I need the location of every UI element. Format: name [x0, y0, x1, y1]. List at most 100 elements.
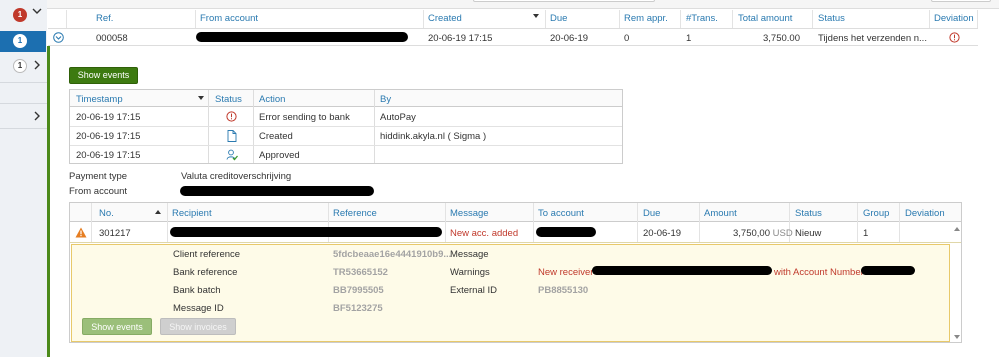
rail-divider-2 — [0, 103, 47, 104]
col-due[interactable]: Due — [550, 13, 567, 24]
external-id-value: PB8855130 — [538, 285, 589, 296]
client-reference-value: 5fdcbeaae16e4441910b9... — [333, 249, 452, 260]
col-group[interactable]: Group — [863, 208, 889, 219]
sort-desc-icon — [198, 96, 204, 100]
payment-type-label: Payment type — [69, 171, 128, 182]
payments-header: No. Recipient Reference Message To accou… — [70, 203, 961, 222]
col-event-status[interactable]: Status — [215, 94, 242, 105]
col-action[interactable]: Action — [259, 94, 285, 105]
message-id-value: BF5123275 — [333, 303, 383, 314]
payment-amount: 3,750,00 USD — [733, 228, 793, 239]
payment-no: 301217 — [99, 228, 131, 239]
col-total-amount[interactable]: Total amount — [738, 13, 792, 24]
event-row: 20-06-19 17:15 Error sending to bank Aut… — [70, 108, 622, 127]
bank-batch-value: BB7995505 — [333, 285, 384, 296]
col-rem-appr[interactable]: Rem appr. — [624, 13, 668, 24]
batch-status: Tijdens het verzenden n... — [818, 33, 927, 44]
warning-triangle-icon — [75, 227, 87, 241]
batch-trans: 1 — [686, 33, 692, 44]
event-action: Approved — [259, 150, 300, 161]
red-count-badge: 1 — [13, 8, 27, 22]
batch-rem-appr: 0 — [624, 33, 630, 44]
warnings-prefix: New receiver — [538, 267, 594, 278]
amount-currency: USD — [772, 228, 793, 239]
user-approved-icon — [226, 149, 238, 164]
redacted-to-account — [536, 227, 596, 237]
redacted-account-number — [861, 266, 915, 275]
events-header: Timestamp Status Action By — [70, 90, 622, 107]
document-icon — [227, 130, 237, 145]
event-by: AutoPay — [380, 112, 416, 123]
batch-created: 20-06-19 17:15 — [428, 33, 493, 44]
event-row: 20-06-19 17:15 Created hiddink.akyla.nl … — [70, 127, 622, 146]
payment-row[interactable]: 301217 New acc. added 20-06-19 3,750,00 … — [70, 223, 961, 243]
events-table: Timestamp Status Action By 20-06-19 17:1… — [69, 89, 623, 164]
col-by[interactable]: By — [380, 94, 391, 105]
message-label: Message — [450, 249, 489, 260]
expand-chevron-icon[interactable] — [32, 111, 42, 124]
expanded-indicator — [47, 46, 50, 357]
event-timestamp: 20-06-19 17:15 — [76, 112, 141, 123]
batch-total-amount: 3,750.00 — [763, 33, 800, 44]
sort-asc-icon — [155, 210, 161, 214]
col-timestamp[interactable]: Timestamp — [76, 94, 123, 105]
search-input[interactable] — [473, 0, 655, 2]
payment-group: 1 — [863, 228, 869, 239]
bank-reference-label: Bank reference — [173, 267, 238, 278]
payment-status: Nieuw — [795, 228, 822, 239]
redacted-receiver — [592, 266, 772, 275]
col-no[interactable]: No. — [99, 208, 114, 219]
col-deviation[interactable]: Deviation — [905, 208, 945, 219]
rail-item-second[interactable]: 1 — [0, 56, 46, 76]
filter-box[interactable] — [931, 0, 991, 2]
col-amount[interactable]: Amount — [704, 208, 737, 219]
event-by: hiddink.akyla.nl ( Sigma ) — [380, 131, 487, 142]
col-message[interactable]: Message — [450, 208, 489, 219]
scroll-up-icon[interactable] — [954, 227, 960, 231]
chevron-right-icon — [32, 60, 42, 73]
col-ref[interactable]: Ref. — [96, 13, 113, 24]
batch-due: 20-06-19 — [550, 33, 589, 44]
sort-desc-icon — [533, 14, 539, 18]
col-to-account[interactable]: To account — [538, 208, 584, 219]
from-account-label: From account — [69, 186, 128, 197]
bank-batch-label: Bank batch — [173, 285, 221, 296]
warnings-mid: with Account Number — [774, 267, 864, 278]
left-rail: 1 1 1 — [0, 0, 47, 357]
payment-type-value: Valuta creditoverschrijving — [181, 171, 292, 182]
chevron-down-icon[interactable] — [32, 6, 42, 19]
col-reference[interactable]: Reference — [333, 208, 377, 219]
active-count-badge: 1 — [13, 34, 27, 48]
scroll-down-icon[interactable] — [954, 335, 960, 339]
col-recipient[interactable]: Recipient — [172, 208, 212, 219]
payment-due: 20-06-19 — [643, 228, 682, 239]
rail-divider-3 — [0, 128, 47, 129]
event-action: Error sending to bank — [259, 112, 350, 123]
rail-item-active[interactable]: 1 — [0, 31, 46, 52]
col-trans[interactable]: #Trans. — [686, 13, 718, 24]
second-count-badge: 1 — [13, 59, 27, 73]
rail-divider-1 — [0, 82, 47, 83]
col-due[interactable]: Due — [643, 208, 660, 219]
event-timestamp: 20-06-19 17:15 — [76, 150, 141, 161]
warnings-label: Warnings — [450, 267, 490, 278]
batch-ref: 000058 — [96, 33, 128, 44]
error-circle-icon — [226, 111, 237, 125]
col-deviation[interactable]: Deviation — [934, 13, 974, 24]
show-invoices-button[interactable]: Show invoices — [160, 318, 236, 335]
redacted-from-account — [180, 186, 374, 196]
show-events-button[interactable]: Show events — [69, 67, 138, 84]
collapse-circle-icon[interactable] — [53, 32, 64, 46]
client-reference-label: Client reference — [173, 249, 241, 260]
payment-detail-panel: Client reference 5fdcbeaae16e4441910b9..… — [71, 244, 950, 342]
message-id-label: Message ID — [173, 303, 224, 314]
scrollbar[interactable] — [952, 223, 961, 343]
payments-table: No. Recipient Reference Message To accou… — [69, 202, 962, 343]
col-created[interactable]: Created — [428, 13, 462, 24]
bank-reference-value: TR53665152 — [333, 267, 388, 278]
col-from-account[interactable]: From account — [200, 13, 258, 24]
col-status[interactable]: Status — [795, 208, 822, 219]
redacted-recipient — [170, 227, 442, 237]
show-events-button[interactable]: Show events — [82, 318, 152, 335]
col-status[interactable]: Status — [818, 13, 845, 24]
